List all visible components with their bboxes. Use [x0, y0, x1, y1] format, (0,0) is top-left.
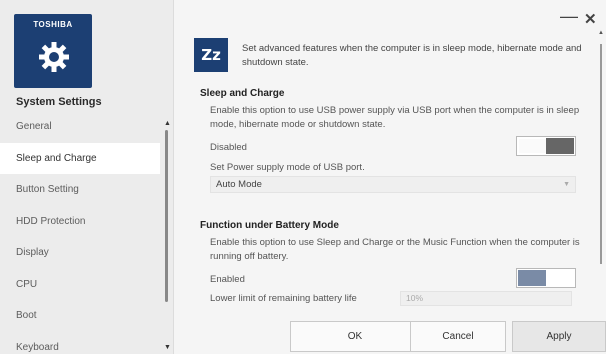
usb-power-mode-select[interactable]: Auto Mode ▼: [210, 176, 576, 193]
sleep-and-charge-toggle[interactable]: [516, 136, 576, 156]
battery-mode-toggle[interactable]: [516, 268, 576, 288]
toggle-knob: [546, 138, 574, 154]
sidebar-item-display[interactable]: Display: [0, 237, 160, 269]
sidebar-item-cpu[interactable]: CPU: [0, 269, 160, 301]
battery-mode-title: Function under Battery Mode: [200, 220, 339, 231]
sleep-icon: Zz: [194, 38, 228, 72]
sidebar-scrollbar[interactable]: ▲ ▼: [163, 120, 171, 354]
cancel-button[interactable]: Cancel: [410, 321, 506, 352]
scrollbar-thumb[interactable]: [165, 130, 168, 302]
brand-label: TOSHIBA: [33, 20, 73, 29]
sleep-and-charge-title: Sleep and Charge: [200, 88, 285, 99]
scrollbar-thumb[interactable]: [600, 44, 602, 264]
scroll-down-icon[interactable]: ▼: [164, 344, 171, 351]
intro-text: Set advanced features when the computer …: [242, 43, 582, 68]
sleep-and-charge-status-label: Disabled: [210, 142, 247, 153]
battery-mode-description: Enable this option to use Sleep and Char…: [210, 237, 580, 262]
sidebar-item-boot[interactable]: Boot: [0, 300, 160, 332]
chevron-down-icon: ▼: [563, 181, 570, 188]
system-settings-window: TOSHIBA System Settings General Sleep an…: [0, 0, 606, 354]
toshiba-logo: TOSHIBA: [14, 14, 92, 88]
close-button[interactable]: ✕: [584, 10, 597, 28]
battery-mode-status-label: Enabled: [210, 274, 245, 285]
sidebar-item-keyboard[interactable]: Keyboard: [0, 332, 160, 354]
battery-limit-label: Lower limit of remaining battery life: [210, 293, 357, 304]
sleep-and-charge-description: Enable this option to use USB power supp…: [210, 105, 580, 130]
gear-icon: [39, 42, 69, 72]
scroll-up-icon[interactable]: ▲: [164, 120, 171, 127]
usb-power-mode-label: Set Power supply mode of USB port.: [210, 162, 365, 173]
sidebar-item-hdd-protection[interactable]: HDD Protection: [0, 206, 160, 238]
sidebar-title: System Settings: [16, 96, 102, 108]
sidebar-item-general[interactable]: General: [0, 111, 160, 143]
content-scrollbar[interactable]: ▲: [598, 30, 604, 330]
sidebar-nav: General Sleep and Charge Button Setting …: [0, 111, 160, 354]
ok-button[interactable]: OK: [290, 321, 420, 352]
apply-button[interactable]: Apply: [512, 321, 606, 352]
scroll-up-icon[interactable]: ▲: [598, 30, 604, 36]
sidebar-item-sleep-and-charge[interactable]: Sleep and Charge: [0, 142, 160, 174]
minimize-button[interactable]: —: [560, 6, 578, 27]
battery-limit-field[interactable]: 10%: [400, 291, 572, 306]
usb-power-mode-value: Auto Mode: [216, 179, 262, 190]
sidebar-item-button-setting[interactable]: Button Setting: [0, 174, 160, 206]
toggle-knob: [518, 270, 546, 286]
sidebar: TOSHIBA System Settings General Sleep an…: [0, 0, 174, 354]
